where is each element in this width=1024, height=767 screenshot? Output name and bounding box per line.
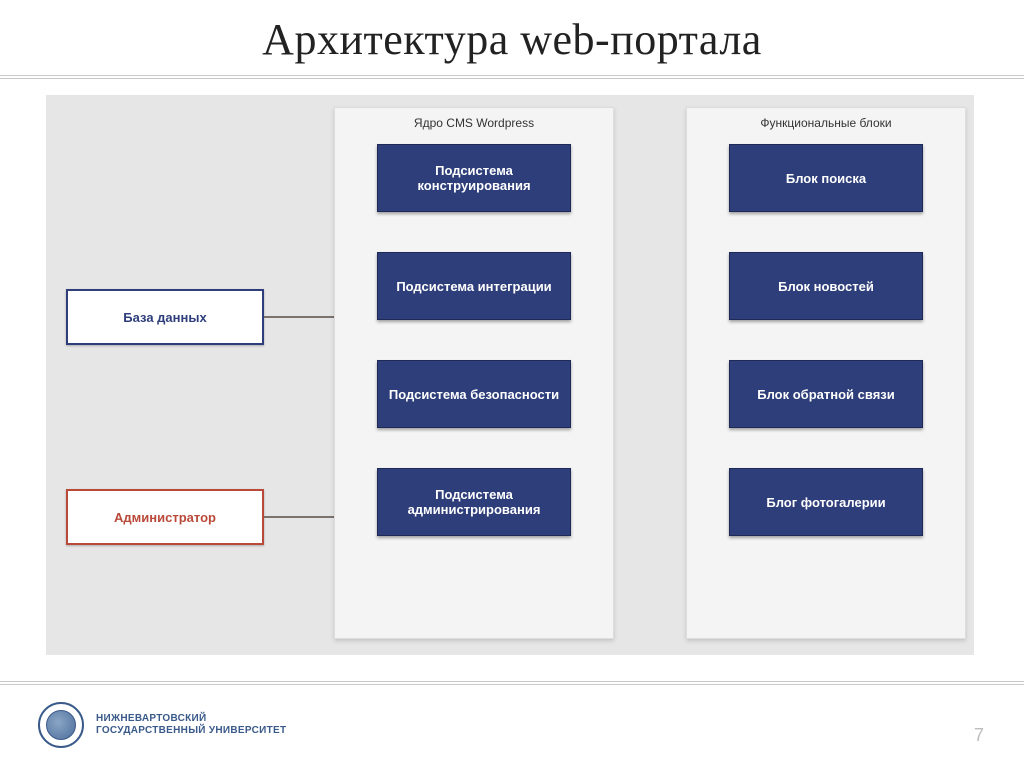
card-label: Блок обратной связи (757, 387, 894, 402)
card-label: Подсистема конструирования (388, 163, 560, 193)
functional-card: Блок обратной связи (729, 360, 923, 428)
divider (0, 75, 1024, 76)
card-label: Блок поиска (786, 171, 866, 186)
divider (0, 684, 1024, 685)
university-name: НИЖНЕВАРТОВСКИЙ ГОСУДАРСТВЕННЫЙ УНИВЕРСИ… (96, 713, 286, 737)
column-core: Ядро CMS Wordpress Подсистема конструиро… (334, 107, 614, 639)
actor-database-label: База данных (123, 310, 206, 325)
page-number: 7 (974, 725, 984, 746)
card-label: Подсистема администрирования (388, 487, 560, 517)
actor-database: База данных (66, 289, 264, 345)
card-label: Блок новостей (778, 279, 874, 294)
actor-admin-label: Администратор (114, 510, 216, 525)
functional-card: Блок поиска (729, 144, 923, 212)
card-label: Блог фотогалерии (766, 495, 885, 510)
core-card: Подсистема безопасности (377, 360, 571, 428)
slide-title: Архитектура web-портала (0, 0, 1024, 73)
actor-admin: Администратор (66, 489, 264, 545)
footer: НИЖНЕВАРТОВСКИЙ ГОСУДАРСТВЕННЫЙ УНИВЕРСИ… (38, 702, 286, 748)
connector-line (264, 516, 334, 518)
column-core-title: Ядро CMS Wordpress (335, 116, 613, 130)
core-card: Подсистема интеграции (377, 252, 571, 320)
card-label: Подсистема интеграции (396, 279, 551, 294)
card-label: Подсистема безопасности (389, 387, 559, 402)
functional-card: Блог фотогалерии (729, 468, 923, 536)
core-card: Подсистема администрирования (377, 468, 571, 536)
university-name-line2: ГОСУДАРСТВЕННЫЙ УНИВЕРСИТЕТ (96, 725, 286, 737)
functional-card: Блок новостей (729, 252, 923, 320)
divider (0, 78, 1024, 79)
diagram-canvas: База данных Администратор Ядро CMS Wordp… (46, 95, 974, 655)
core-card: Подсистема конструирования (377, 144, 571, 212)
university-name-line1: НИЖНЕВАРТОВСКИЙ (96, 713, 286, 725)
divider (0, 681, 1024, 682)
connector-line (264, 316, 334, 318)
column-functional-title: Функциональные блоки (687, 116, 965, 130)
column-functional: Функциональные блоки Блок поиска Блок но… (686, 107, 966, 639)
university-logo-icon (38, 702, 84, 748)
